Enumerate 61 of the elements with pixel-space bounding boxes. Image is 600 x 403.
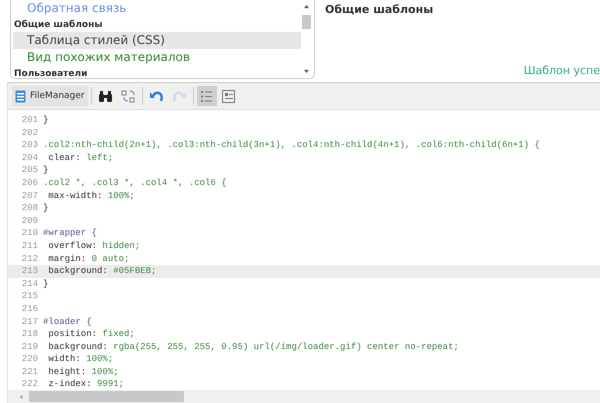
- code-text: width: 100%;: [47, 353, 114, 366]
- binoculars-icon: [98, 90, 113, 102]
- code-text: }: [43, 114, 50, 127]
- file-manager-button[interactable]: FileManager: [12, 86, 88, 106]
- template-item[interactable]: Вид похожих материалов: [13, 49, 301, 66]
- line-number: 216: [20, 302, 39, 316]
- line-number: 214: [20, 278, 39, 290]
- code-text: overflow: hidden;: [47, 240, 142, 253]
- line-number: 209: [20, 214, 39, 228]
- code-text: background: rgba(255, 255, 255, 0.95) url(/img/loader.gif) center no-repeat;: [47, 340, 460, 354]
- line-number: 212: [20, 252, 39, 266]
- code-text: height: 100%;: [47, 366, 120, 378]
- scrollbar[interactable]: [301, 2, 312, 76]
- code-text: }: [43, 202, 50, 215]
- line-number: 211: [20, 240, 39, 253]
- code-text: }: [43, 278, 50, 290]
- panel-icon: [222, 90, 236, 102]
- horizontal-scrollbar[interactable]: [8, 390, 600, 403]
- undo-icon: [148, 90, 164, 102]
- line-number: 207: [20, 190, 39, 202]
- code-text: .col2:nth-child(2n+1), .col3:nth-child(3n+1), .col4:nth-child(4n+1), .col6:nth-child(6n+1) {: [43, 139, 541, 152]
- group-header: Общие шаблоны: [13, 18, 104, 32]
- line-number: 213: [8, 265, 43, 278]
- code-text: z-index: 9991;: [47, 378, 126, 390]
- code-text: clear: left;: [47, 152, 114, 164]
- status-message: Шаблон успе: [524, 64, 600, 77]
- line-number: 203: [20, 139, 39, 152]
- line-number: 218: [20, 328, 39, 341]
- code-text: position: fixed;: [47, 328, 136, 341]
- document-icon: [15, 90, 26, 102]
- line-number: 217: [20, 316, 39, 328]
- line-numbers-button[interactable]: [196, 86, 217, 106]
- line-number: 206: [20, 176, 39, 190]
- line-number: 208: [20, 202, 39, 215]
- line-number: 204: [20, 152, 39, 164]
- code-text: #loader {: [43, 316, 93, 328]
- template-item[interactable]: Таблица стилей (CSS): [13, 32, 301, 49]
- line-number: 220: [20, 353, 39, 366]
- scroll-up-icon[interactable]: [303, 4, 310, 9]
- swap-icon: [120, 89, 136, 103]
- code-text: max-width: 100%;: [47, 190, 136, 202]
- line-number: 221: [20, 366, 39, 378]
- code-text: background: #05FBEB;: [43, 265, 600, 278]
- scroll-thumb[interactable]: [302, 15, 311, 29]
- redo-icon: [172, 90, 187, 102]
- line-number: 222: [20, 378, 39, 390]
- scroll-left-icon[interactable]: [19, 394, 23, 400]
- line-number: 215: [20, 290, 39, 303]
- section-heading: Общие шаблоны: [325, 3, 434, 16]
- code-text: margin: 0 auto;: [47, 252, 130, 266]
- line-number: 210: [20, 227, 39, 240]
- code-text: #wrapper {: [43, 227, 98, 240]
- group-header: Пользователи: [13, 68, 88, 81]
- line-number: 201: [20, 114, 39, 127]
- line-number: 205: [20, 164, 39, 177]
- code-text: }: [43, 164, 50, 177]
- line-number: 202: [20, 126, 39, 140]
- line-number: 219: [20, 340, 39, 354]
- scroll-down-icon[interactable]: [303, 69, 310, 74]
- code-text: .col2 *, .col3 *, .col4 *, .col6 {: [43, 176, 228, 190]
- list-icon: [200, 90, 214, 102]
